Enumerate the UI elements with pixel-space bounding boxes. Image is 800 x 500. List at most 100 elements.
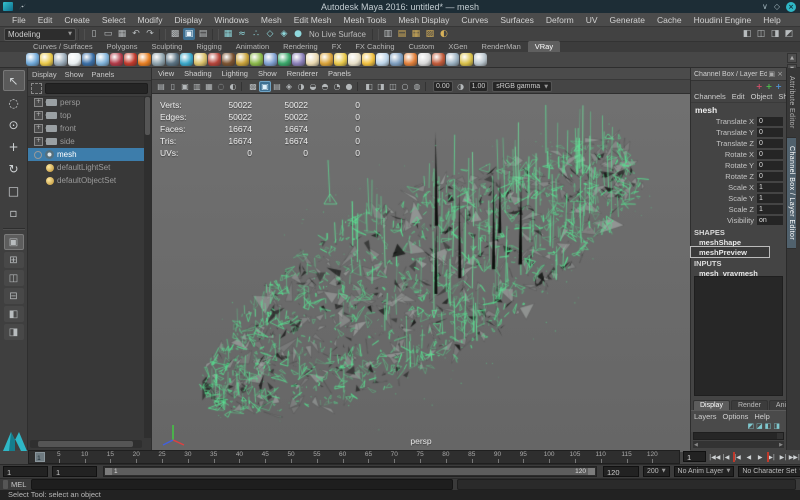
grease-pencil-icon[interactable]: ◐: [227, 81, 239, 92]
shape-node-meshShape[interactable]: meshShape: [691, 237, 786, 247]
manip-xyz-icon[interactable]: +: [756, 82, 763, 91]
render-current-frame-icon[interactable]: ▦: [410, 28, 422, 40]
shelf-tab-custom[interactable]: Custom: [402, 41, 442, 52]
gamma-toggle-icon[interactable]: ◍: [411, 81, 423, 92]
vray-cluster-icon[interactable]: [110, 53, 123, 66]
channel-name[interactable]: Scale Z: [691, 205, 757, 214]
layer-editor-tab-display[interactable]: Display: [693, 400, 730, 410]
viewport-canvas-area[interactable]: Verts:50022500220Edges:50022500220Faces:…: [152, 94, 690, 452]
playback-end-field[interactable]: 120: [603, 466, 639, 477]
vray-picture-icon[interactable]: [432, 53, 445, 66]
open-render-view-icon[interactable]: ▤: [396, 28, 408, 40]
expand-icon[interactable]: +: [34, 98, 43, 107]
playback-range-slider[interactable]: 1120: [103, 466, 597, 477]
joints-xray-icon[interactable]: ◫: [387, 81, 399, 92]
play-backwards-button[interactable]: ◀: [743, 451, 754, 463]
motion-blur-icon[interactable]: ◓: [319, 81, 331, 92]
manip-y-icon[interactable]: +: [766, 82, 773, 91]
step-back-frame-button[interactable]: |◀: [720, 451, 731, 463]
rotate-tool[interactable]: ↻: [3, 158, 25, 179]
step-back-key-button[interactable]: |◀: [732, 451, 743, 463]
menu-houdini-engine[interactable]: Houdini Engine: [688, 15, 758, 25]
image-plane-icon[interactable]: ▦: [203, 81, 215, 92]
menu-select[interactable]: Select: [96, 15, 132, 25]
playback-start-field[interactable]: 1: [52, 466, 97, 477]
vray-frame-icon[interactable]: [54, 53, 67, 66]
vray-sky-icon[interactable]: [376, 53, 389, 66]
viewport-menu-lighting[interactable]: Lighting: [222, 69, 248, 78]
snap-point-icon[interactable]: ∴: [250, 28, 262, 40]
new-scene-icon[interactable]: ▯: [88, 28, 100, 40]
vray-table-icon[interactable]: [446, 53, 459, 66]
lasso-tool[interactable]: ◌: [3, 92, 25, 113]
channel-name[interactable]: Translate X: [691, 117, 757, 126]
command-line-language-toggle[interactable]: [3, 480, 8, 489]
step-forward-key-button[interactable]: ▶|: [766, 451, 777, 463]
depth-of-field-icon[interactable]: ●: [343, 81, 355, 92]
expand-icon[interactable]: +: [34, 111, 43, 120]
layer-from-selected-icon[interactable]: ◨: [773, 422, 780, 432]
menu-deform[interactable]: Deform: [540, 15, 580, 25]
select-hierarchy-icon[interactable]: ▩: [169, 28, 181, 40]
channel-name[interactable]: Rotate Y: [691, 161, 757, 170]
vray-funnel-icon[interactable]: [320, 53, 333, 66]
channel-name[interactable]: Rotate Z: [691, 172, 757, 181]
shelf-tab-polygons[interactable]: Polygons: [100, 41, 145, 52]
snap-curve-icon[interactable]: ≈: [236, 28, 248, 40]
scroll-left-icon[interactable]: ◀: [694, 442, 698, 448]
close-button[interactable]: ×: [786, 2, 796, 12]
manip-z-icon[interactable]: +: [775, 82, 782, 91]
channel-box-object-name[interactable]: mesh: [691, 103, 786, 116]
shelf-tab-vray[interactable]: VRay: [528, 41, 560, 52]
lock-camera-icon[interactable]: ▯: [167, 81, 179, 92]
wireframe-mode-icon[interactable]: ▩: [247, 81, 259, 92]
channel-value-field[interactable]: 0: [757, 150, 783, 159]
undo-icon[interactable]: ↶: [130, 28, 142, 40]
vray-help-icon[interactable]: [474, 53, 487, 66]
range-start-handle[interactable]: [105, 468, 112, 475]
shape-node-meshPreview[interactable]: meshPreview: [691, 247, 769, 257]
paint-select-tool[interactable]: ⊙: [3, 114, 25, 135]
save-scene-icon[interactable]: ▦: [116, 28, 128, 40]
isolate-select-icon[interactable]: ◧: [363, 81, 375, 92]
select-object-icon[interactable]: ▣: [183, 28, 195, 40]
vray-sand-dome-icon[interactable]: [194, 53, 207, 66]
viewport-menu-show[interactable]: Show: [258, 69, 277, 78]
layer-editor-tab-render[interactable]: Render: [731, 400, 768, 410]
vray-light-icon[interactable]: [40, 53, 53, 66]
viewport-menu-panels[interactable]: Panels: [328, 69, 351, 78]
live-surface-indicator[interactable]: No Live Surface: [309, 30, 366, 39]
channel-name[interactable]: Scale Y: [691, 194, 757, 203]
menu-help[interactable]: Help: [757, 15, 786, 25]
xray-mode-icon[interactable]: ◨: [375, 81, 387, 92]
vray-sphere-yellow-icon[interactable]: [334, 53, 347, 66]
snap-view-plane-icon[interactable]: ◈: [278, 28, 290, 40]
shaded-mode-icon[interactable]: ▣: [259, 81, 271, 92]
vray-sphere-orange-icon[interactable]: [404, 53, 417, 66]
outliner-horizontal-scrollbar[interactable]: [30, 440, 142, 448]
vray-sphere-blue-icon[interactable]: [96, 53, 109, 66]
layout-persp-graph[interactable]: ◨: [4, 324, 24, 340]
gamma-field[interactable]: 1.00: [469, 81, 489, 92]
pin-panel-icon[interactable]: ▣: [769, 70, 776, 78]
channel-name[interactable]: Rotate X: [691, 150, 757, 159]
select-camera-icon[interactable]: ▤: [155, 81, 167, 92]
expand-icon[interactable]: +: [34, 124, 43, 133]
menu-uv[interactable]: UV: [580, 15, 604, 25]
camera-attributes-icon[interactable]: ▣: [179, 81, 191, 92]
sidebar-tab-attribute-editor[interactable]: Attribute Editor: [787, 68, 796, 138]
outliner-vertical-scrollbar[interactable]: [144, 96, 151, 438]
menu-mesh-tools[interactable]: Mesh Tools: [338, 15, 393, 25]
shelf-tab-rigging[interactable]: Rigging: [189, 41, 228, 52]
outliner-menu-display[interactable]: Display: [32, 70, 57, 79]
channel-value-field[interactable]: 0: [757, 139, 783, 148]
shelf-tab-renderman[interactable]: RenderMan: [475, 41, 528, 52]
vray-fur-icon[interactable]: [222, 53, 235, 66]
channel-box-menu-edit[interactable]: Edit: [732, 92, 745, 101]
current-frame-indicator[interactable]: 1: [35, 452, 45, 462]
menu-windows[interactable]: Windows: [208, 15, 254, 25]
vray-box-icon[interactable]: [166, 53, 179, 66]
shelf-tab-rendering[interactable]: Rendering: [276, 41, 325, 52]
toggle-modeling-toolkit-icon[interactable]: ◧: [741, 28, 753, 40]
menu-edit-mesh[interactable]: Edit Mesh: [288, 15, 338, 25]
